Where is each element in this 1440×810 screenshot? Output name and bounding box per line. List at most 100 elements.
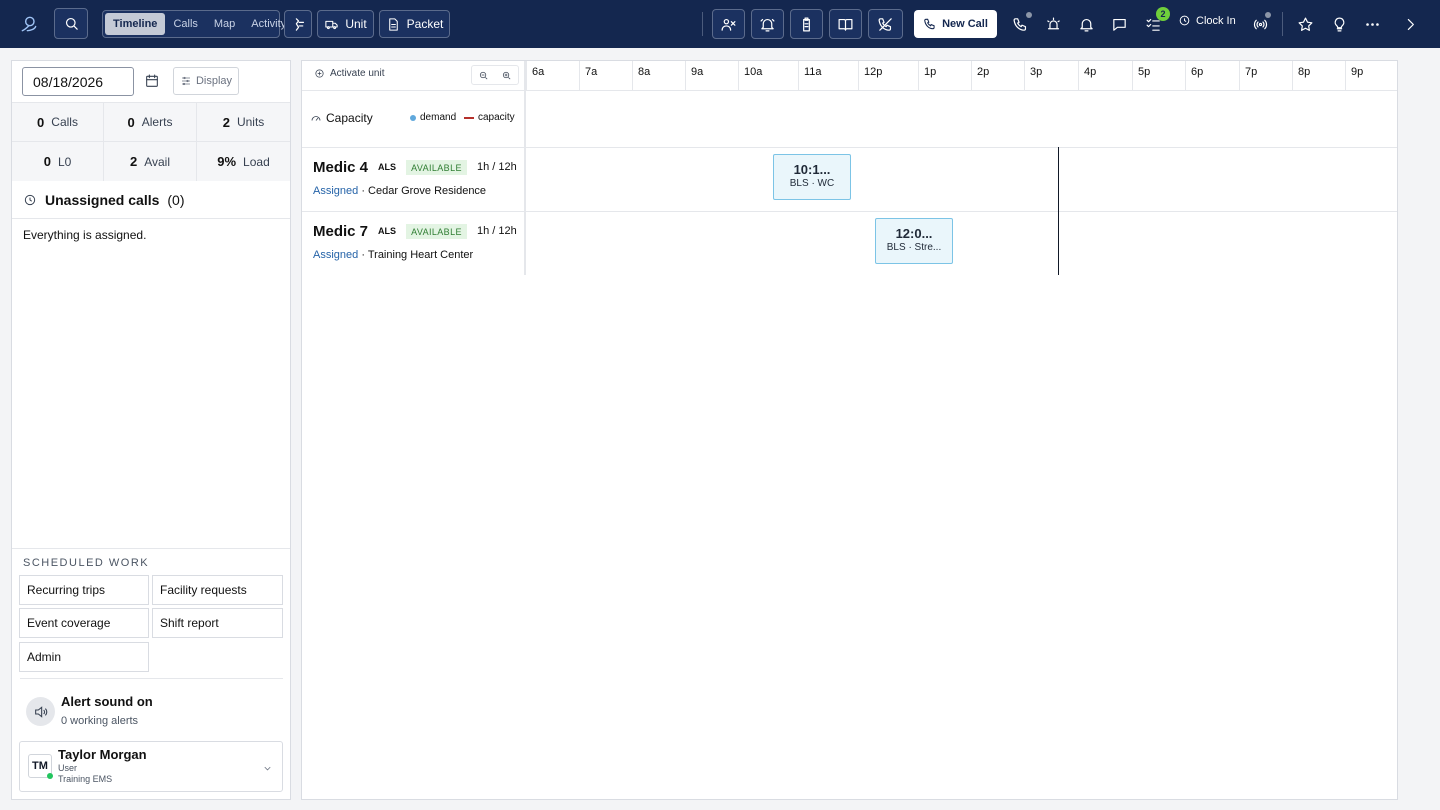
zoom-out-icon[interactable] bbox=[478, 70, 489, 81]
book-button[interactable] bbox=[829, 9, 862, 39]
phone-status-dot bbox=[1026, 12, 1032, 18]
siren-icon bbox=[1046, 17, 1060, 29]
new-call-button[interactable]: New Call bbox=[914, 10, 997, 38]
scheduled-call-block[interactable]: 10:1... BLS · WC bbox=[773, 154, 851, 200]
facility-requests-button[interactable]: Facility requests bbox=[152, 575, 283, 605]
unit-name[interactable]: Medic 4 bbox=[313, 159, 368, 176]
book-icon bbox=[838, 18, 853, 31]
phone-icon bbox=[924, 18, 935, 30]
new-call-label: New Call bbox=[942, 18, 988, 30]
pulse-person-icon bbox=[295, 17, 304, 31]
hour-label: 3p bbox=[1024, 61, 1078, 90]
legend-demand: demand bbox=[410, 112, 456, 123]
hour-label: 5p bbox=[1132, 61, 1185, 90]
divider bbox=[20, 678, 283, 679]
stat-calls[interactable]: 0 Calls bbox=[12, 103, 104, 142]
unassigned-calls-count: (0) bbox=[167, 192, 185, 208]
unit-assignment: Assigned · Training Heart Center bbox=[313, 249, 474, 261]
hang-up-button[interactable] bbox=[868, 9, 903, 39]
hour-label: 9p bbox=[1345, 61, 1397, 90]
stat-available[interactable]: 2 Avail bbox=[104, 142, 197, 181]
tab-calls[interactable]: Calls bbox=[165, 13, 205, 35]
unit-shift-hours: 1h / 12h bbox=[477, 161, 517, 173]
stat-label: Alerts bbox=[141, 115, 173, 129]
unit-assignment: Assigned · Cedar Grove Residence bbox=[313, 185, 487, 197]
toolbar-divider bbox=[1282, 12, 1283, 36]
packet-button-label: Packet bbox=[406, 17, 444, 31]
notifications-button[interactable] bbox=[1075, 13, 1097, 35]
bell-ring-icon bbox=[760, 18, 775, 31]
view-switcher: Timeline Calls Map Activity bbox=[102, 10, 286, 38]
app-logo-icon[interactable] bbox=[18, 13, 40, 35]
capacity-swatch bbox=[464, 116, 474, 119]
display-options-button[interactable]: Display bbox=[173, 67, 239, 95]
hour-label: 7p bbox=[1239, 61, 1292, 90]
hospital-alert-button[interactable] bbox=[284, 10, 312, 38]
broadcast-icon bbox=[1253, 19, 1267, 29]
zoom-in-icon[interactable] bbox=[501, 70, 512, 81]
phone-off-icon bbox=[878, 17, 892, 31]
clipboard-button[interactable] bbox=[790, 9, 823, 39]
stat-value: 2 bbox=[222, 114, 230, 130]
hour-label: 6a bbox=[526, 61, 579, 90]
working-alerts-count: 0 working alerts bbox=[61, 715, 139, 727]
stat-label: Units bbox=[236, 115, 265, 129]
recurring-trips-button[interactable]: Recurring trips bbox=[19, 575, 149, 605]
clock-in-button[interactable]: Clock In bbox=[1178, 14, 1236, 27]
broadcast-status-dot bbox=[1265, 12, 1271, 18]
hour-label: 8a bbox=[632, 61, 685, 90]
user-role: User bbox=[58, 763, 78, 773]
stat-load[interactable]: 9% Load bbox=[197, 142, 290, 181]
activate-unit-button[interactable]: Activate unit bbox=[314, 68, 384, 79]
stat-units[interactable]: 2 Units bbox=[197, 103, 290, 142]
tips-button[interactable] bbox=[1328, 13, 1350, 35]
assigned-status-link[interactable]: Assigned bbox=[313, 249, 358, 261]
legend-capacity-label: capacity bbox=[478, 112, 515, 123]
row-divider bbox=[302, 147, 1397, 148]
admin-button[interactable]: Admin bbox=[19, 642, 149, 672]
row-divider bbox=[302, 211, 1397, 212]
search-button[interactable] bbox=[54, 8, 88, 39]
favorites-button[interactable] bbox=[1294, 13, 1316, 35]
phone-icon bbox=[1013, 17, 1026, 31]
stats-grid: 0 Calls 0 Alerts 2 Units 0 L0 2 Avail 9% Load bbox=[12, 102, 290, 181]
expand-panel-button[interactable] bbox=[1400, 13, 1420, 35]
stat-value: 9% bbox=[217, 154, 237, 169]
hour-label: 4p bbox=[1078, 61, 1132, 90]
assigned-status-link[interactable]: Assigned bbox=[313, 185, 358, 197]
remove-user-button[interactable] bbox=[712, 9, 745, 39]
clock-icon bbox=[1179, 15, 1190, 26]
event-coverage-button[interactable]: Event coverage bbox=[19, 608, 149, 638]
packet-button[interactable]: Packet bbox=[379, 10, 450, 38]
divider bbox=[12, 548, 290, 549]
date-input[interactable]: 08/18/2026 bbox=[22, 67, 134, 96]
tab-map[interactable]: Map bbox=[206, 13, 243, 35]
demand-swatch bbox=[410, 114, 416, 121]
calendar-button[interactable] bbox=[144, 73, 160, 94]
siren-button[interactable] bbox=[1042, 13, 1064, 35]
user-menu[interactable]: TM Taylor Morgan User Training EMS bbox=[19, 741, 283, 792]
unit-name[interactable]: Medic 7 bbox=[313, 223, 368, 240]
legend-demand-label: demand bbox=[420, 112, 457, 123]
stat-l0[interactable]: 0 L0 bbox=[12, 142, 104, 181]
shift-report-button[interactable]: Shift report bbox=[152, 608, 283, 638]
chevron-down-icon bbox=[262, 761, 273, 779]
call-time: 10:1... bbox=[793, 162, 831, 177]
bell-icon bbox=[1079, 18, 1093, 31]
stat-alerts[interactable]: 0 Alerts bbox=[104, 103, 197, 142]
alert-sound-toggle[interactable] bbox=[26, 697, 55, 726]
unit-button[interactable]: Unit bbox=[317, 10, 374, 38]
gauge-icon bbox=[311, 116, 321, 121]
scheduled-call-block[interactable]: 12:0... BLS · Stre... bbox=[875, 218, 953, 264]
speaker-icon bbox=[34, 705, 47, 718]
unit-status-badge: AVAILABLE bbox=[406, 224, 467, 239]
alarm-button[interactable] bbox=[751, 9, 784, 39]
stat-label: L0 bbox=[57, 154, 72, 169]
messages-button[interactable] bbox=[1108, 13, 1130, 35]
search-icon bbox=[65, 17, 78, 30]
tab-timeline[interactable]: Timeline bbox=[105, 13, 166, 35]
chevron-right-icon bbox=[1407, 18, 1414, 30]
more-menu-button[interactable] bbox=[1361, 13, 1383, 35]
unit-level-badge: ALS bbox=[378, 162, 396, 172]
toolbar-divider bbox=[702, 12, 703, 36]
